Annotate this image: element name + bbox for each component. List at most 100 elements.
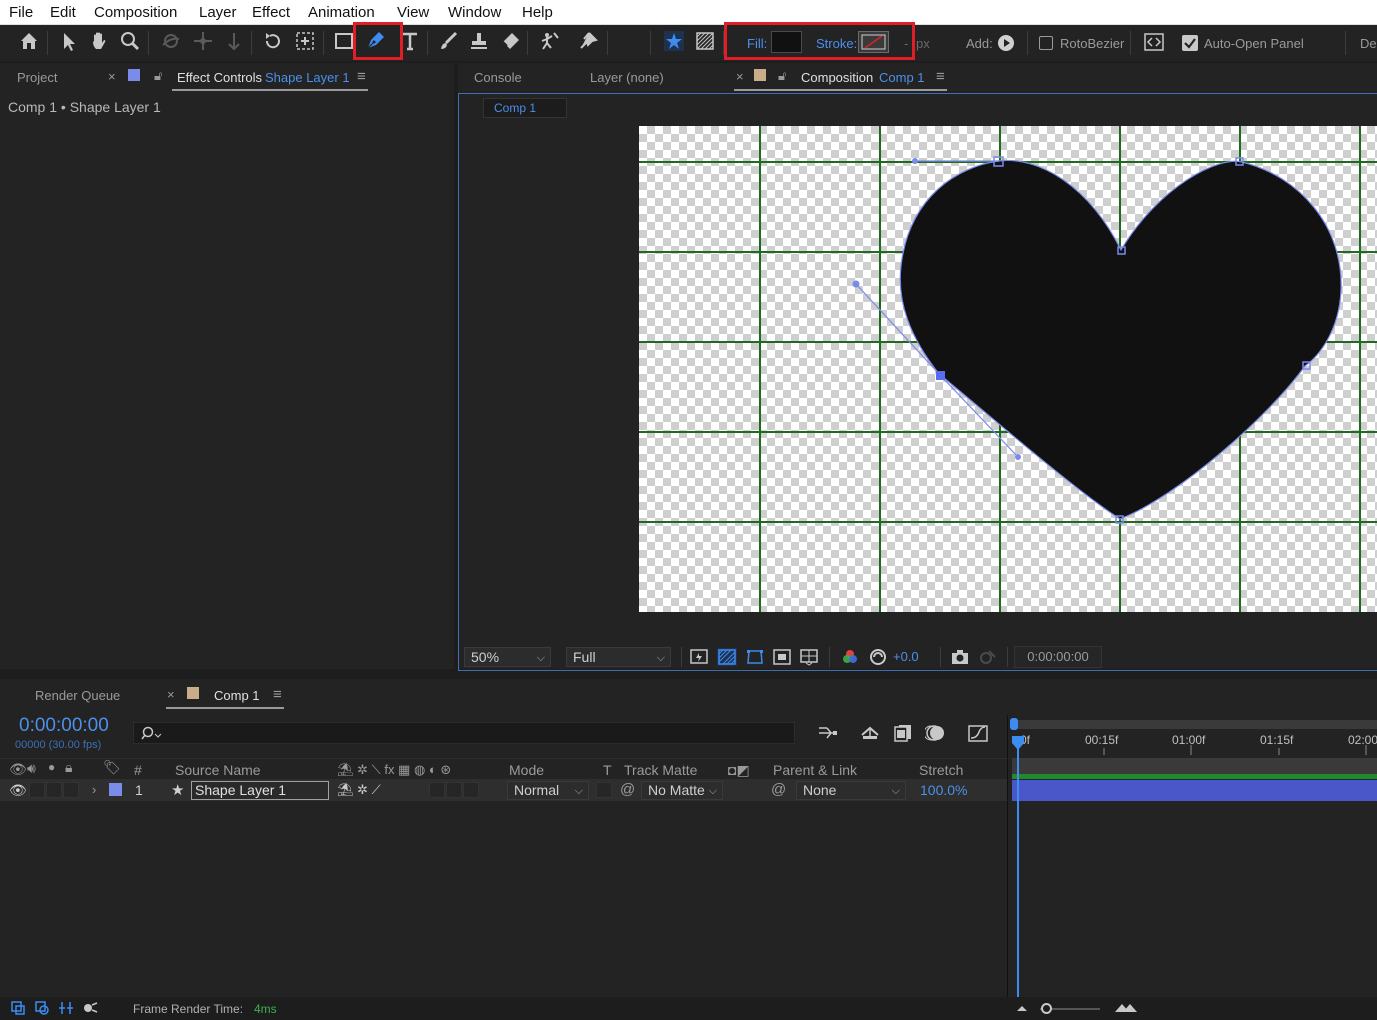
pan-camera-icon[interactable] (190, 28, 216, 54)
home-icon[interactable] (16, 28, 42, 54)
switch-box[interactable] (446, 782, 462, 798)
puppet-pin-icon[interactable] (575, 28, 601, 54)
tab-effect-controls[interactable]: Effect Controls (177, 70, 262, 85)
rotate-tool-icon[interactable] (260, 28, 286, 54)
transparency-grid-toggle-icon[interactable] (717, 648, 737, 666)
panel-toggle-icon[interactable] (1144, 33, 1164, 51)
menu-window[interactable]: Window (448, 4, 501, 21)
workspace-truncated-label[interactable]: De (1360, 36, 1377, 51)
star-icon[interactable] (661, 28, 687, 54)
layer-visibility-icon[interactable]: 👁︎ (9, 782, 27, 799)
roto-brush-icon[interactable] (537, 28, 563, 54)
exposure-value[interactable]: +0.0 (893, 649, 919, 664)
close-icon[interactable]: × (167, 687, 175, 702)
menu-layer[interactable]: Layer (199, 4, 237, 21)
zoom-tool-icon[interactable] (117, 28, 143, 54)
grid-guides-icon[interactable] (800, 648, 818, 666)
type-tool-icon[interactable] (397, 28, 423, 54)
navigator-start-handle[interactable] (1010, 718, 1018, 730)
audio-icon[interactable]: 🔊︎ (27, 760, 36, 777)
tab-comp-1[interactable]: Comp 1 (214, 688, 260, 703)
tab-layer[interactable]: Layer (none) (590, 70, 664, 85)
label-tag-icon[interactable]: 🏷︎ (103, 759, 121, 776)
column-track-matte[interactable]: Track Matte (624, 762, 697, 778)
tab-composition[interactable]: Composition (801, 70, 873, 85)
fill-color-swatch[interactable] (771, 31, 802, 53)
tab-composition-name[interactable]: Comp 1 (879, 70, 925, 85)
blend-mode-dropdown[interactable]: Normal ⌵ (507, 781, 589, 800)
auto-open-panel-checkbox[interactable] (1182, 35, 1198, 51)
motion-blur-icon[interactable] (923, 723, 947, 743)
clone-stamp-icon[interactable] (466, 28, 492, 54)
comp-subtab[interactable]: Comp 1 (483, 98, 567, 118)
layer-name-field[interactable]: Shape Layer 1 (191, 781, 329, 800)
reset-exposure-icon[interactable] (869, 648, 887, 666)
fast-previews-icon[interactable] (690, 648, 708, 666)
parent-dropdown[interactable]: None ⌵ (796, 781, 906, 800)
zoom-dropdown[interactable]: 50% ⌵ (464, 647, 551, 667)
tab-render-queue[interactable]: Render Queue (35, 688, 120, 703)
dolly-camera-icon[interactable] (221, 28, 247, 54)
panel-menu-icon[interactable]: ≡ (273, 686, 282, 703)
menu-animation[interactable]: Animation (308, 4, 375, 21)
panel-menu-icon[interactable]: ≡ (357, 68, 366, 85)
expand-chevron-icon[interactable]: › (92, 782, 96, 797)
camera-snapshot-icon[interactable] (950, 648, 970, 666)
column-source-name[interactable]: Source Name (175, 762, 261, 778)
solo-toggle[interactable] (46, 782, 62, 798)
show-snapshot-icon[interactable] (977, 648, 997, 666)
panel-menu-icon[interactable]: ≡ (936, 68, 945, 85)
matte-pickwhip-icon[interactable]: @ (620, 781, 635, 798)
mask-visibility-icon[interactable] (745, 648, 765, 666)
current-time-display[interactable]: 0:00:00:00 (19, 715, 109, 737)
stroke-width-dash[interactable]: - (904, 36, 908, 51)
transparency-grid-icon[interactable] (692, 28, 718, 54)
menu-view[interactable]: View (397, 4, 429, 21)
switch-box[interactable] (463, 782, 479, 798)
resolution-dropdown[interactable]: Full ⌵ (566, 647, 671, 667)
column-parent-link[interactable]: Parent & Link (773, 762, 857, 778)
playhead-line[interactable] (1017, 738, 1019, 997)
color-channels-icon[interactable] (841, 648, 859, 666)
stroke-label[interactable]: Stroke: (816, 36, 857, 51)
column-stretch[interactable]: Stretch (919, 762, 963, 778)
composition-mini-flowchart-icon[interactable] (817, 723, 839, 743)
eye-icon[interactable]: 👁︎ (9, 761, 27, 778)
menu-composition[interactable]: Composition (94, 4, 177, 21)
hand-tool-icon[interactable] (86, 28, 112, 54)
audio-toggle[interactable] (29, 782, 45, 798)
layer-label-color[interactable] (109, 783, 122, 796)
layer-search-input[interactable] (133, 722, 795, 744)
lock-column-icon[interactable]: 🔒︎ (65, 759, 72, 776)
menu-file[interactable]: File (9, 4, 33, 21)
frame-blending-icon[interactable] (891, 723, 913, 743)
menu-edit[interactable]: Edit (50, 4, 76, 21)
parent-pickwhip-icon[interactable]: @ (771, 781, 786, 798)
orbit-camera-icon[interactable] (158, 28, 184, 54)
switch-box[interactable] (429, 782, 445, 798)
lock-icon[interactable]: 🔓︎ (154, 68, 162, 84)
selection-tool-icon[interactable] (56, 28, 82, 54)
lock-toggle[interactable] (63, 782, 79, 798)
tab-effect-controls-layer[interactable]: Shape Layer 1 (265, 70, 350, 85)
add-button-icon[interactable] (998, 35, 1014, 51)
zoom-slider-thumb[interactable] (1041, 1003, 1052, 1014)
pan-behind-icon[interactable] (292, 28, 318, 54)
layer-duration-bar[interactable] (1012, 780, 1377, 801)
composition-canvas[interactable] (639, 126, 1377, 612)
graph-editor-icon[interactable] (967, 723, 989, 743)
close-icon[interactable]: × (736, 69, 744, 84)
menu-effect[interactable]: Effect (252, 4, 290, 21)
track-matte-dropdown[interactable]: No Matte ⌵ (641, 781, 723, 800)
time-navigator-bar[interactable] (1012, 720, 1377, 729)
brush-tool-icon[interactable] (435, 28, 461, 54)
column-mode[interactable]: Mode (509, 762, 544, 778)
rotobezier-checkbox[interactable] (1039, 36, 1053, 50)
stroke-color-swatch[interactable] (858, 31, 889, 53)
preserve-transparency-toggle[interactable] (596, 782, 612, 798)
solo-icon[interactable]: ● (48, 760, 55, 774)
tab-project[interactable]: Project (17, 70, 57, 85)
eraser-tool-icon[interactable] (497, 28, 523, 54)
layer-switches-icon[interactable]: ⛱︎ ✲ ⟋ (337, 782, 381, 798)
close-icon[interactable]: × (108, 69, 116, 84)
